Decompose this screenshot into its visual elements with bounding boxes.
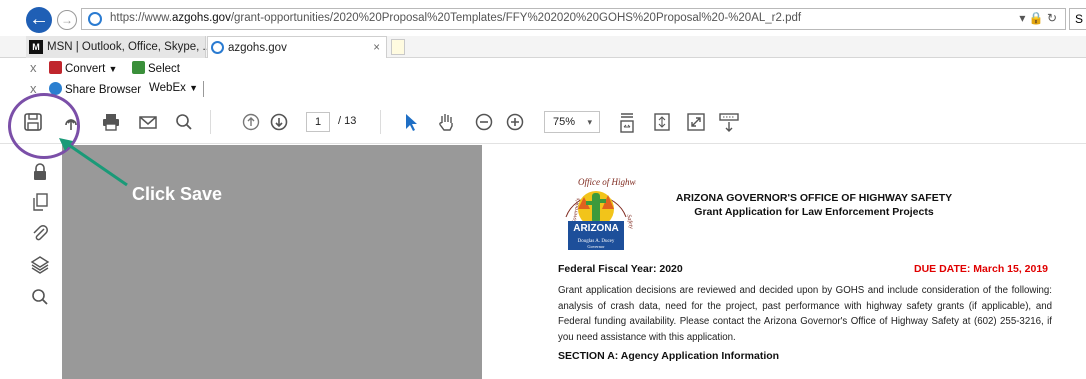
fit-page-icon[interactable]	[651, 112, 673, 134]
attachment-icon[interactable]	[29, 223, 51, 245]
command-bar-acrobat: x Convert ▼ Select	[0, 58, 600, 78]
pdf-page: Office of Highway Governor's Safety ARIZ…	[482, 145, 1086, 379]
layers-icon[interactable]	[29, 255, 51, 277]
ie-icon	[88, 12, 102, 26]
search-icon[interactable]	[29, 287, 51, 309]
annotation-label: Click Save	[132, 184, 223, 204]
next-page-icon[interactable]	[268, 112, 290, 134]
section-heading: SECTION A: Agency Application Informatio…	[558, 350, 780, 362]
ie-icon	[211, 41, 224, 54]
read-mode-icon[interactable]	[718, 112, 740, 134]
left-rail	[0, 145, 62, 379]
convert-button[interactable]: Convert ▼	[49, 61, 117, 75]
seal-role: Governor	[587, 244, 605, 249]
address-row: ← → https://www.azgohs.gov/grant-opportu…	[0, 0, 1086, 36]
email-icon[interactable]	[137, 112, 159, 134]
close-tab-icon[interactable]: ×	[373, 37, 380, 59]
webex-label: WebEx	[149, 82, 186, 94]
hand-tool-icon[interactable]	[435, 112, 457, 134]
chevron-down-icon: ▼	[108, 64, 118, 74]
title-line-1: ARIZONA GOVERNOR'S OFFICE OF HIGHWAY SAF…	[675, 192, 953, 204]
pages-icon[interactable]	[29, 192, 51, 214]
fiscal-year: Federal Fiscal Year: 2020	[558, 263, 683, 275]
new-tab-button[interactable]	[391, 39, 405, 55]
document-title: ARIZONA GOVERNOR'S OFFICE OF HIGHWAY SAF…	[664, 191, 964, 219]
select-button[interactable]: Select	[132, 61, 180, 75]
search-icon[interactable]	[173, 112, 195, 134]
address-bar[interactable]: https://www.azgohs.gov/grant-opportuniti…	[81, 8, 1066, 30]
url-prefix: https://www.	[110, 12, 172, 24]
select-label: Select	[148, 63, 180, 75]
forward-button[interactable]: →	[57, 10, 77, 30]
full-screen-icon[interactable]	[685, 112, 707, 134]
chevron-down-icon: ▼	[189, 83, 198, 93]
select-icon	[132, 61, 145, 74]
back-button[interactable]: ←	[26, 7, 52, 33]
url-tools[interactable]: ▾ 🔒 ↻	[1019, 11, 1057, 25]
share-browser-button[interactable]: Share Browser	[49, 82, 141, 96]
select-cursor-icon[interactable]	[400, 112, 422, 134]
lock-icon[interactable]	[29, 162, 51, 184]
title-line-2: Grant Application for Law Enforcement Pr…	[694, 206, 934, 218]
convert-icon	[49, 61, 62, 74]
divider	[210, 110, 211, 134]
zoom-in-icon[interactable]	[504, 112, 526, 134]
msn-icon: M	[29, 40, 43, 54]
divider	[203, 81, 204, 97]
tab-bar: M MSN | Outlook, Office, Skype, ... azgo…	[0, 36, 1086, 58]
url-path: /grant-opportunities/2020%20Proposal%20T…	[230, 12, 802, 24]
zoom-select[interactable]: 75% ▾	[544, 111, 600, 133]
seal-state: ARIZONA	[573, 223, 619, 234]
zoom-value: 75%	[553, 116, 576, 128]
command-bar-webex: x Share Browser WebEx ▼	[0, 79, 600, 99]
gohs-seal-logo: Office of Highway Governor's Safety ARIZ…	[565, 177, 636, 250]
webex-menu[interactable]: WebEx ▼	[149, 82, 198, 94]
url-domain: azgohs.gov	[172, 12, 231, 24]
page-number-input[interactable]: 1	[306, 112, 330, 132]
zoom-out-icon[interactable]	[473, 112, 495, 134]
tab-msn[interactable]: M MSN | Outlook, Office, Skype, ...	[26, 36, 212, 58]
pointer-arrow-icon	[59, 138, 128, 187]
close-toolbar-icon[interactable]: x	[30, 60, 37, 75]
seal-text-top: Office of Highway	[578, 177, 636, 187]
fit-width-icon[interactable]	[617, 112, 639, 134]
tab-label: MSN | Outlook, Office, Skype, ...	[47, 41, 213, 53]
prev-page-icon[interactable]	[240, 112, 262, 134]
url-text: https://www.azgohs.gov/grant-opportuniti…	[110, 12, 801, 24]
convert-label: Convert	[65, 63, 106, 75]
seal-text-right: Safety	[625, 214, 634, 230]
search-box[interactable]: S	[1069, 8, 1086, 30]
tab-label: azgohs.gov	[228, 42, 287, 54]
page-total: / 13	[338, 115, 357, 127]
browser-window: ← → https://www.azgohs.gov/grant-opportu…	[0, 0, 1086, 379]
share-label: Share Browser	[65, 84, 142, 96]
instructions-paragraph: Grant application decisions are reviewed…	[558, 285, 1052, 343]
chevron-down-icon: ▾	[587, 117, 592, 127]
pdf-toolbar: 1 / 13 75% ▾	[0, 100, 1086, 144]
print-icon[interactable]	[100, 112, 122, 134]
tab-azgohs[interactable]: azgohs.gov ×	[207, 36, 387, 58]
due-date: DUE DATE: March 15, 2019	[914, 263, 1049, 275]
divider	[380, 110, 381, 134]
